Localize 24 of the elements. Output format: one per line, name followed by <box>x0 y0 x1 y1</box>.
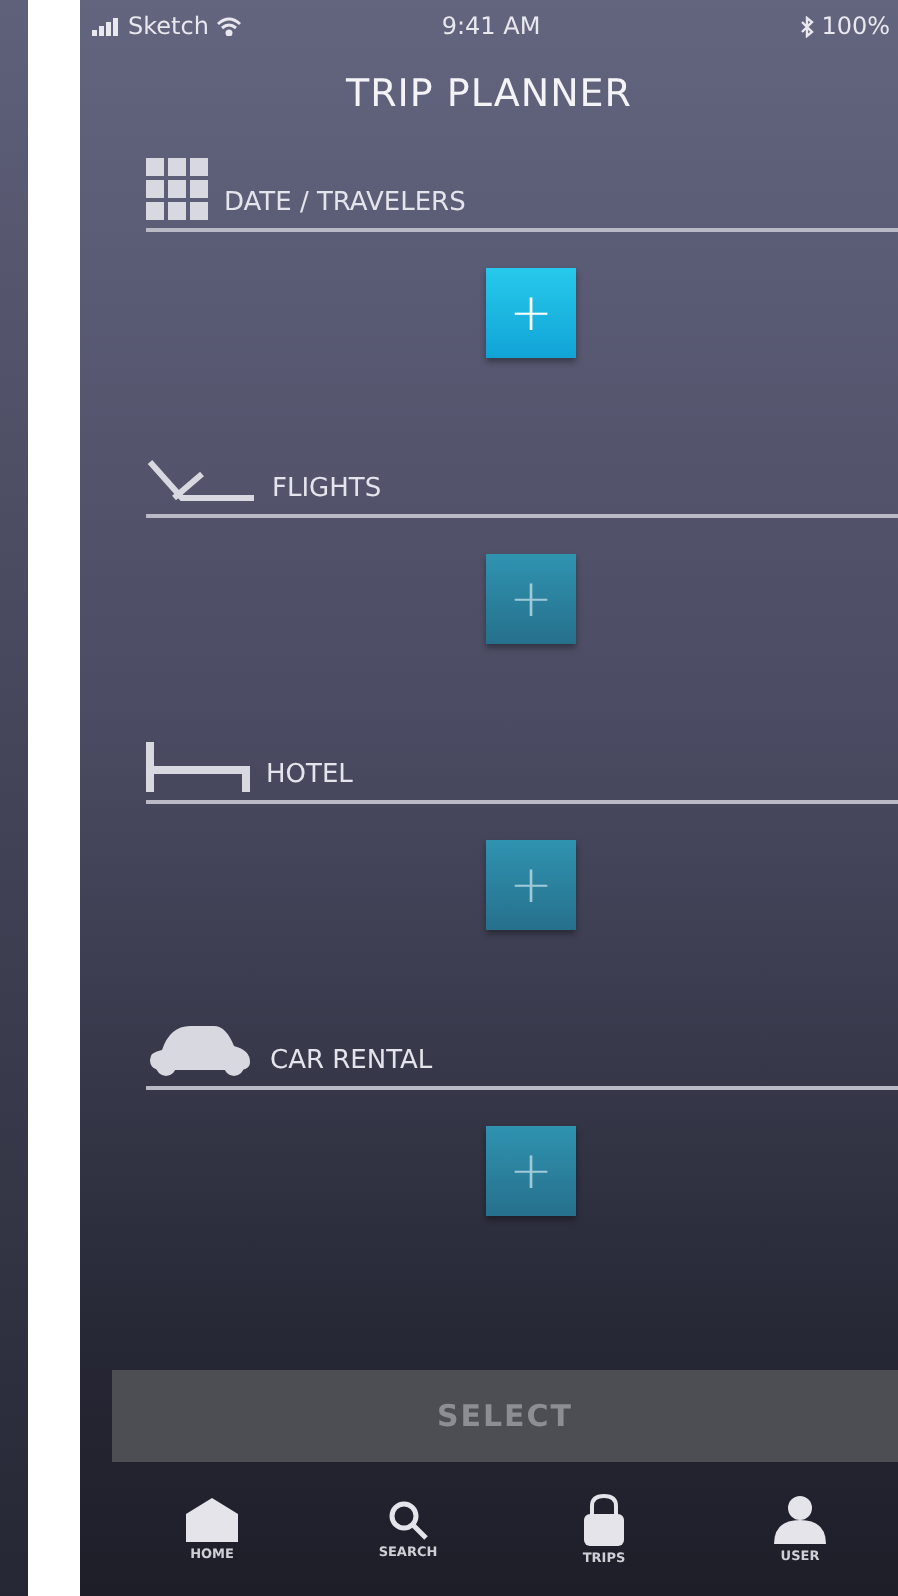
section-label: HOTEL <box>266 760 353 792</box>
signal-icon <box>92 17 120 35</box>
home-icon <box>186 1497 238 1541</box>
section-label: CAR RENTAL <box>270 1046 433 1078</box>
padlock-icon <box>582 1493 626 1545</box>
add-button[interactable]: + <box>486 1126 576 1216</box>
battery-percent: 100% <box>821 12 891 40</box>
screen-title: TRIP PLANNER <box>345 72 633 116</box>
select-button[interactable]: SELECT <box>112 1370 898 1462</box>
user-icon <box>774 1495 826 1543</box>
section-label: FLIGHTS <box>272 474 382 506</box>
bed-icon <box>146 742 250 792</box>
search-icon <box>388 1499 428 1539</box>
add-button[interactable]: + <box>486 268 576 358</box>
add-button[interactable]: + <box>486 554 576 644</box>
clock-time: 9:41 AM <box>441 12 541 40</box>
section-label: DATE / TRAVELERS <box>224 188 466 220</box>
grid-icon <box>146 158 208 220</box>
car-icon <box>146 1022 254 1078</box>
plane-icon <box>146 458 256 506</box>
add-button[interactable]: + <box>486 840 576 930</box>
bluetooth-icon <box>799 15 814 37</box>
carrier-name: Sketch <box>128 12 209 40</box>
wifi-icon <box>216 16 243 36</box>
